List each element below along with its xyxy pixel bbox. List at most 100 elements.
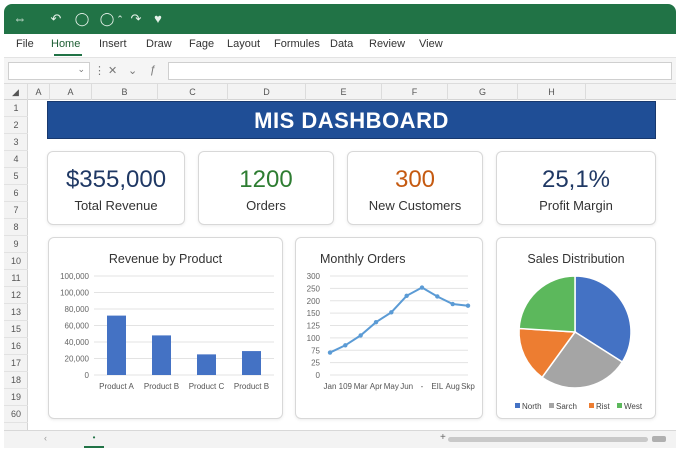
kpi-value: 300 xyxy=(394,166,436,193)
row-header[interactable]: 11 xyxy=(4,270,28,287)
kpi-card-total-revenue[interactable]: $355,000 Total Revenue xyxy=(47,151,185,225)
pie-chart-canvas: North Sarch Rist West xyxy=(515,275,643,411)
y-tick-label: 25 xyxy=(311,359,320,368)
y-tick-label: 20,000 xyxy=(65,355,90,364)
y-tick-label: 150 xyxy=(307,309,321,318)
sheet-tab[interactable]: • xyxy=(84,431,104,448)
tab-page[interactable]: Fage xyxy=(189,38,214,50)
kpi-card-profit-margin[interactable]: 25,1% Profit Margin xyxy=(496,151,656,225)
row-header[interactable]: 7 xyxy=(4,202,28,219)
row-header[interactable]: 8 xyxy=(4,219,28,236)
kpi-card-orders[interactable]: 1200 Orders xyxy=(198,151,334,225)
cancel-icon[interactable]: ✕ xyxy=(108,64,117,77)
more-icon[interactable]: ⋮ xyxy=(94,64,105,77)
heart-icon[interactable]: ♥ xyxy=(150,11,166,27)
x-tick-label: - xyxy=(421,382,424,391)
y-tick-label: 100,000 xyxy=(60,289,89,298)
column-header[interactable]: B xyxy=(92,84,158,100)
formula-input[interactable] xyxy=(168,62,672,80)
column-header[interactable]: H xyxy=(518,84,586,100)
tab-file[interactable]: File xyxy=(16,38,34,50)
row-header[interactable]: 18 xyxy=(4,372,28,389)
x-tick-label: Jun xyxy=(400,382,413,391)
kpi-label: Profit Margin xyxy=(539,198,613,213)
tab-insert[interactable]: Insert xyxy=(99,38,127,50)
column-header[interactable]: F xyxy=(382,84,448,100)
row-header[interactable]: 19 xyxy=(4,389,28,406)
x-tick-label: EIL xyxy=(431,382,444,391)
x-tick-label: Aug xyxy=(446,382,460,391)
row-header[interactable]: 3 xyxy=(4,134,28,151)
tab-formulas[interactable]: Formules xyxy=(274,38,320,50)
chart-sales-distribution[interactable]: Sales Distribution North Sarch Rist West xyxy=(496,237,656,419)
row-header[interactable]: 17 xyxy=(4,355,28,372)
column-header[interactable]: G xyxy=(448,84,518,100)
y-tick-label: 0 xyxy=(316,371,321,380)
confirm-icon[interactable]: ⌄ xyxy=(128,64,137,77)
add-sheet-button[interactable]: + xyxy=(440,432,446,443)
column-header[interactable]: A xyxy=(50,84,92,100)
arrows-icon[interactable]: ⇔ xyxy=(12,11,28,27)
row-header[interactable]: 13 xyxy=(4,304,28,321)
kpi-card-new-customers[interactable]: 300 New Customers xyxy=(347,151,483,225)
row-header[interactable]: 2 xyxy=(4,117,28,134)
row-header[interactable]: 10 xyxy=(4,253,28,270)
x-tick-label: Product B xyxy=(144,382,179,391)
x-tick-label: Apr xyxy=(370,382,383,391)
tab-data[interactable]: Data xyxy=(330,38,353,50)
y-tick-label: 100,000 xyxy=(60,272,89,281)
data-point xyxy=(435,294,440,299)
data-point xyxy=(358,333,363,338)
chevron-left-icon[interactable]: ‹ xyxy=(44,433,47,443)
row-header[interactable]: 1 xyxy=(4,100,28,117)
data-point xyxy=(373,320,379,325)
kpi-label: Orders xyxy=(246,198,286,213)
row-header[interactable]: 5 xyxy=(4,168,28,185)
chart-monthly-orders[interactable]: Monthly Orders 300 250 200 150 125 100 75 25 0 Ja… xyxy=(295,237,483,419)
kpi-value: 25,1% xyxy=(541,166,611,193)
chevron-down-icon[interactable]: ⌄ xyxy=(77,64,85,75)
tab-review[interactable]: Review xyxy=(369,38,405,50)
circle-icon[interactable]: ◯ xyxy=(74,11,90,27)
bar-chart-canvas: 100,000100,00080,00060,00040,00020,0000P… xyxy=(60,272,274,391)
data-point xyxy=(343,343,348,348)
x-tick-label: Skp xyxy=(461,382,475,391)
column-header[interactable]: D xyxy=(228,84,306,100)
name-box[interactable]: ⌄ xyxy=(8,62,90,80)
undo-icon[interactable]: ↶ xyxy=(48,11,64,27)
legend-label: West xyxy=(624,402,643,411)
horizontal-scrollbar[interactable] xyxy=(448,437,648,442)
row-header[interactable]: 60 xyxy=(4,406,28,423)
chevron-up-icon[interactable]: ⌃ xyxy=(112,11,128,27)
row-header[interactable]: 12 xyxy=(4,287,28,304)
y-tick-label: 300 xyxy=(307,272,321,281)
chart-revenue-by-product[interactable]: Revenue by Product 100,000 100,000 80,000 6… xyxy=(48,237,283,419)
x-tick-label: 109 xyxy=(339,382,353,391)
dashboard-title: MIS DASHBOARD xyxy=(47,101,656,139)
y-tick-label: 80,000 xyxy=(65,305,90,314)
tab-layout[interactable]: Layout xyxy=(227,38,260,50)
legend-label: Rist xyxy=(596,402,611,411)
y-tick-label: 40,000 xyxy=(65,338,90,347)
column-header[interactable]: A xyxy=(28,84,50,100)
tab-draw[interactable]: Draw xyxy=(146,38,172,50)
x-tick-label: Product C xyxy=(189,382,225,391)
row-header[interactable]: 6 xyxy=(4,185,28,202)
column-header[interactable]: E xyxy=(306,84,382,100)
y-tick-label: 0 xyxy=(85,371,90,380)
row-header[interactable]: 16 xyxy=(4,338,28,355)
row-header[interactable]: 9 xyxy=(4,236,28,253)
column-header[interactable]: C xyxy=(158,84,228,100)
redo-icon[interactable]: ↷ xyxy=(128,11,144,27)
function-icon[interactable]: ƒ xyxy=(150,64,156,76)
y-tick-label: 250 xyxy=(307,284,321,293)
row-header[interactable]: 15 xyxy=(4,321,28,338)
select-all-corner[interactable]: ◢ xyxy=(4,84,28,100)
tab-view[interactable]: View xyxy=(419,38,443,50)
tab-home[interactable]: Home xyxy=(51,38,80,50)
row-header[interactable]: 4 xyxy=(4,151,28,168)
kpi-label: Total Revenue xyxy=(74,198,158,213)
zoom-slider[interactable] xyxy=(652,436,666,442)
kpi-value: 1200 xyxy=(239,166,293,193)
legend-swatch xyxy=(549,403,554,408)
